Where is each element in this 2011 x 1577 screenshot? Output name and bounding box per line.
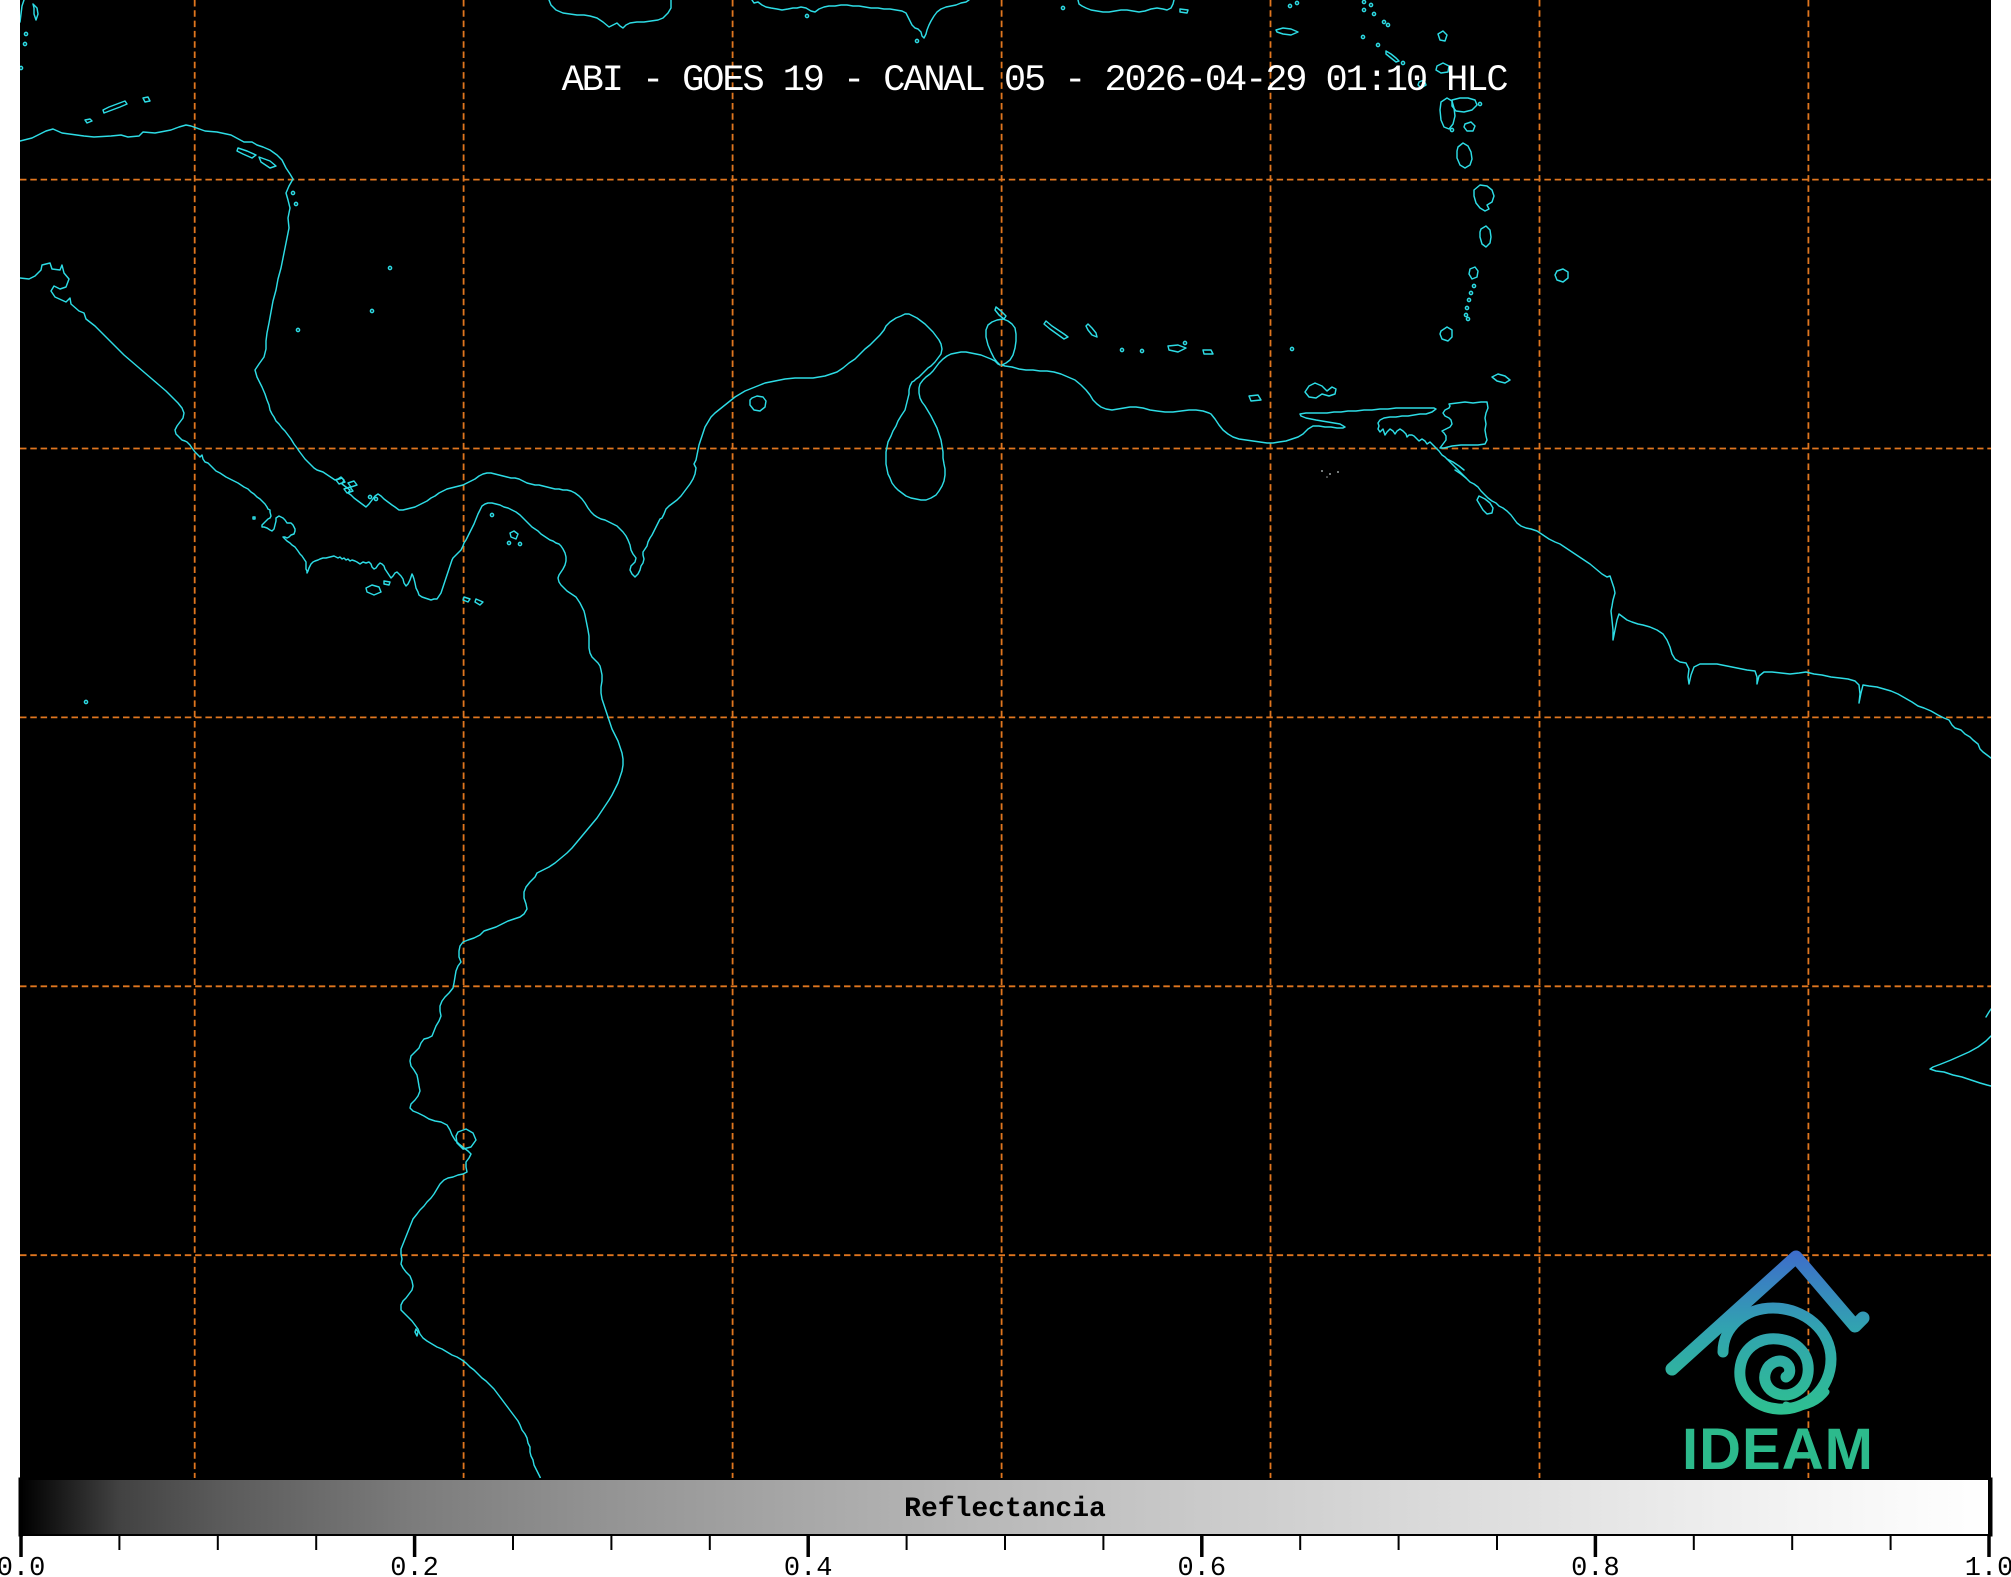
svg-text:1.0: 1.0 (1965, 1554, 2011, 1577)
svg-text:0.0: 0.0 (0, 1554, 45, 1577)
svg-text:0.2: 0.2 (390, 1554, 439, 1577)
svg-text:0.8: 0.8 (1571, 1554, 1620, 1577)
svg-text:ABI - GOES 19 - CANAL 05 - 202: ABI - GOES 19 - CANAL 05 - 2026-04-29 01… (562, 60, 1508, 102)
svg-text:IDEAM: IDEAM (1682, 1417, 1874, 1482)
svg-text:0.6: 0.6 (1177, 1554, 1226, 1577)
svg-text:Reflectancia: Reflectancia (904, 1494, 1106, 1525)
svg-text:0.4: 0.4 (784, 1554, 833, 1577)
